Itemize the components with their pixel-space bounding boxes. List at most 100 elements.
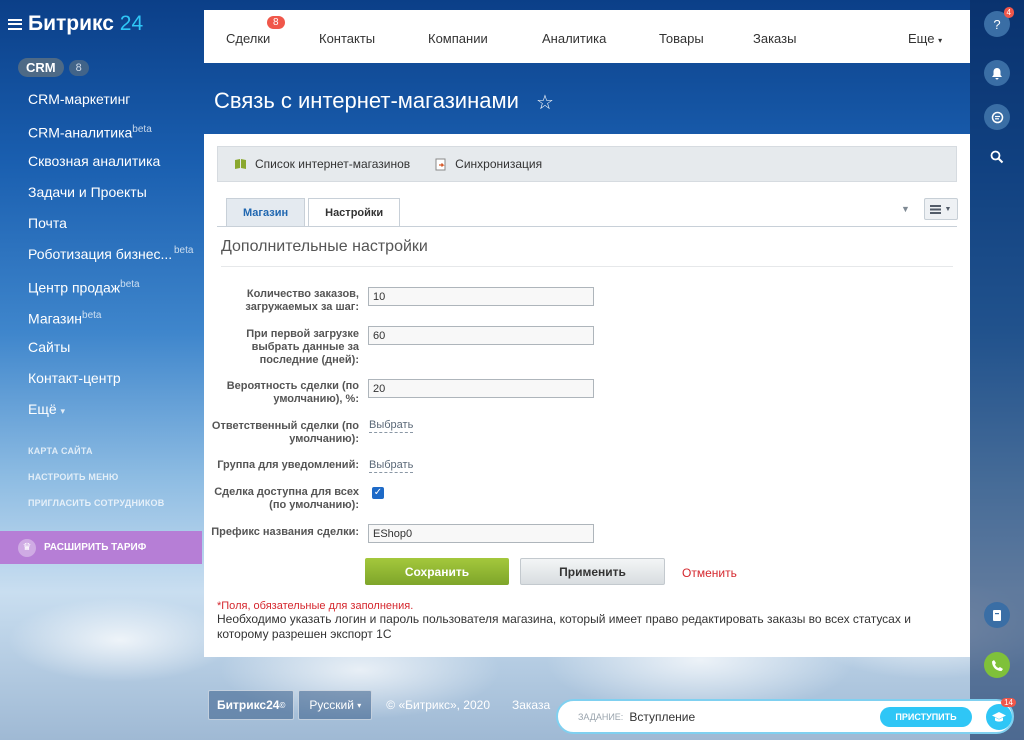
responsible-label: Ответственный сделки (по умолчанию): [211, 420, 359, 445]
probability-input[interactable] [368, 379, 594, 398]
main-panel: Список интернет-магазинов Синхронизация … [204, 134, 970, 657]
logo-text: Битрикс [28, 12, 114, 35]
footer-logo[interactable]: Битрикс24 © [208, 690, 295, 720]
shop-list-label: Список интернет-магазинов [255, 157, 411, 171]
beta-tag: beta [174, 245, 194, 256]
nav-analytics[interactable]: Аналитика [542, 31, 606, 46]
sitemap-link[interactable]: КАРТА САЙТА [28, 445, 164, 471]
beta-tag: beta [132, 124, 152, 135]
sync-icon [434, 158, 447, 170]
logo-number: 24 [119, 12, 144, 35]
cancel-button[interactable]: Отменить [682, 566, 737, 580]
app-logo[interactable]: Битрикс 24 [28, 12, 143, 36]
help-badge: 4 [1003, 7, 1014, 18]
upgrade-plan-label: РАСШИРИТЬ ТАРИФ [44, 542, 147, 553]
task-label: ЗАДАНИЕ: [578, 711, 624, 722]
call-button[interactable] [984, 652, 1010, 678]
bell-icon [992, 67, 1002, 79]
sidebar-item-sales-center[interactable]: Центр продажbeta [28, 274, 198, 305]
start-task-button[interactable]: ПРИСТУПИТЬ [880, 707, 972, 727]
section-title: Дополнительные настройки [221, 238, 428, 255]
nav-more[interactable]: Еще ▾ [908, 31, 942, 46]
crm-label: CRM [18, 58, 64, 77]
right-rail: ? 4 [970, 0, 1024, 740]
footer-order-link[interactable]: Заказа [512, 698, 550, 712]
sidebar-item-label: Центр продаж [28, 279, 121, 296]
notifications-button[interactable] [984, 60, 1010, 86]
menu-icon[interactable] [8, 18, 22, 30]
language-label: Русский [309, 698, 354, 712]
nav-more-label: Еще [908, 31, 935, 46]
upgrade-plan-button[interactable]: ♛ РАСШИРИТЬ ТАРИФ [0, 531, 202, 564]
sidebar-item-contact-center[interactable]: Контакт-центр [28, 367, 198, 398]
sidebar-item-crm-analytics[interactable]: CRM-аналитикаbeta [28, 119, 198, 150]
sidebar-item-label: Почта [28, 215, 67, 231]
phone-icon [991, 659, 1003, 671]
first-load-input[interactable] [368, 326, 594, 345]
sidebar-item-label: Контакт-центр [28, 370, 121, 386]
collapse-arrow-icon[interactable]: ▼ [901, 204, 910, 214]
credentials-note: Необходимо указать логин и пароль пользо… [217, 612, 911, 641]
top-navigation: Сделки 8 Контакты Компании Аналитика Тов… [204, 10, 970, 63]
sidebar-item-sites[interactable]: Сайты [28, 336, 198, 367]
notify-group-select-link[interactable]: Выбрать [369, 459, 414, 473]
invite-users-link[interactable]: ПРИГЛАСИТЬ СОТРУДНИКОВ [28, 497, 164, 523]
open-lines-button[interactable] [984, 602, 1010, 628]
save-button[interactable]: Сохранить [365, 558, 509, 585]
sidebar-item-automation[interactable]: Роботизация бизнес... beta [28, 243, 198, 274]
sidebar-item-crm-marketing[interactable]: CRM-маркетинг [28, 88, 198, 119]
tab-shop[interactable]: Магазин [226, 198, 306, 226]
deals-badge: 8 [267, 16, 285, 29]
orders-per-step-input[interactable] [368, 287, 594, 306]
sidebar-item-shop[interactable]: Магазинbeta [28, 305, 198, 336]
sidebar-item-more[interactable]: Ещё ▾ [28, 398, 198, 429]
apply-button[interactable]: Применить [520, 558, 665, 585]
cap-icon [992, 711, 1006, 722]
task-badge: 14 [1001, 698, 1016, 707]
tabs: Магазин Настройки [226, 198, 403, 227]
sidebar-item-label: Задачи и Проекты [28, 184, 147, 200]
shop-list-button[interactable]: Список интернет-магазинов [234, 157, 410, 171]
available-all-checkbox[interactable]: ✓ [372, 487, 384, 499]
graduation-cap-icon[interactable]: 14 [986, 698, 1016, 730]
tab-divider [217, 226, 957, 227]
chevron-down-icon: ▾ [938, 36, 943, 45]
nav-products[interactable]: Товары [659, 31, 704, 46]
nav-companies[interactable]: Компании [428, 31, 488, 46]
page-title: Связь с интернет-магазинами [214, 88, 519, 113]
nav-orders[interactable]: Заказы [753, 31, 796, 46]
sidebar-item-label: CRM-аналитика [28, 124, 133, 141]
nav-contacts[interactable]: Контакты [319, 31, 375, 46]
star-icon[interactable]: ☆ [536, 90, 554, 115]
task-value: Вступление [629, 709, 696, 724]
chat-button[interactable] [984, 104, 1010, 130]
language-select[interactable]: Русский ▾ [298, 690, 373, 720]
sync-button[interactable]: Синхронизация [434, 157, 542, 171]
prefix-input[interactable] [368, 524, 594, 543]
crown-icon: ♛ [18, 538, 36, 557]
task-bar: ЗАДАНИЕ: Вступление ПРИСТУПИТЬ 14 [556, 698, 1016, 734]
settings-menu-button[interactable]: ▼ [923, 198, 958, 220]
responsible-select-link[interactable]: Выбрать [369, 419, 414, 433]
sidebar-menu: CRM-маркетинг CRM-аналитикаbeta Сквозная… [28, 88, 198, 429]
prefix-label: Префикс названия сделки: [211, 526, 359, 538]
crm-group[interactable]: CRM 8 [18, 58, 89, 77]
sidebar-links: КАРТА САЙТА НАСТРОИТЬ МЕНЮ ПРИГЛАСИТЬ СО… [28, 445, 164, 523]
tab-settings[interactable]: Настройки [308, 198, 401, 227]
book-icon [234, 158, 247, 170]
nav-deals[interactable]: Сделки [226, 31, 270, 46]
crm-counter: 8 [68, 59, 89, 76]
question-icon: ? [993, 16, 1001, 32]
help-button[interactable]: ? 4 [984, 7, 1014, 37]
sidebar-item-end-to-end-analytics[interactable]: Сквозная аналитика [28, 150, 198, 181]
beta-tag: beta [120, 279, 140, 290]
sidebar-item-tasks[interactable]: Задачи и Проекты [28, 181, 198, 212]
sidebar-item-mail[interactable]: Почта [28, 212, 198, 243]
search-button[interactable] [984, 144, 1010, 170]
sync-label: Синхронизация [455, 157, 543, 171]
section-divider [221, 266, 953, 267]
sidebar-item-label: Ещё [28, 401, 57, 417]
sidebar-item-label: CRM-маркетинг [28, 91, 131, 107]
configure-menu-link[interactable]: НАСТРОИТЬ МЕНЮ [28, 471, 164, 497]
chevron-down-icon: ▾ [60, 406, 66, 416]
